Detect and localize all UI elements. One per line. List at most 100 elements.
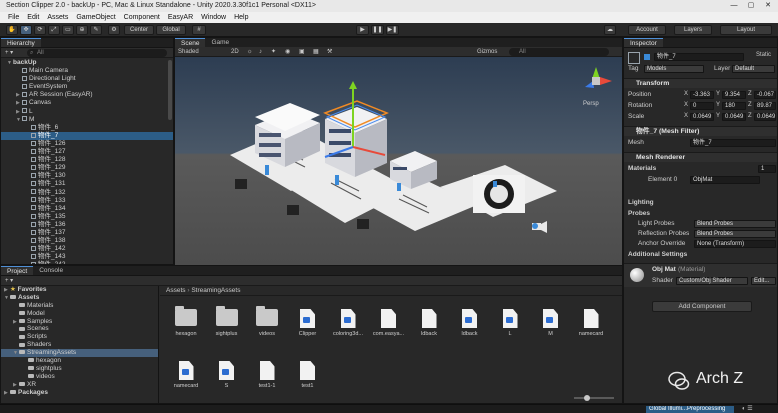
probes-label[interactable]: Probes — [628, 210, 650, 217]
hierarchy-row[interactable]: 物件_133 — [1, 197, 173, 205]
additional-settings-label[interactable]: Additional Settings — [628, 251, 687, 258]
hierarchy-row[interactable]: 物件_134 — [1, 205, 173, 213]
hierarchy-row[interactable]: 物件_6 — [1, 124, 173, 132]
audio-toggle-icon[interactable]: ♪ — [259, 47, 262, 57]
tab-scene[interactable]: Scene — [175, 38, 206, 47]
step-icon[interactable]: ▶❚ — [386, 25, 399, 35]
play-icon[interactable]: ▶ — [356, 25, 369, 35]
project-tree-item[interactable]: Model — [1, 310, 158, 318]
project-tree-item[interactable]: ▶ Samples — [1, 318, 158, 326]
active-checkbox[interactable] — [644, 54, 650, 60]
scale-tool-icon[interactable]: ⤢ — [48, 25, 60, 35]
project-tree-item[interactable]: Materials — [1, 302, 158, 310]
asset-item[interactable]: sightplus — [207, 306, 247, 337]
tab-project[interactable]: Project — [1, 266, 34, 275]
light-probes-dropdown[interactable]: Blend Probes — [694, 220, 776, 228]
hierarchy-row[interactable]: 物件_132 — [1, 189, 173, 197]
hierarchy-row[interactable]: 物件_136 — [1, 221, 173, 229]
project-tree-item[interactable]: hexagon — [1, 357, 158, 365]
visibility-icon[interactable]: ◉ — [285, 47, 290, 57]
mesh-renderer-header[interactable]: Mesh Renderer — [624, 152, 777, 162]
asset-item[interactable]: namecard — [166, 361, 206, 389]
hierarchy-row[interactable]: Directional Light — [1, 75, 173, 83]
project-tree-item[interactable]: Scenes — [1, 325, 158, 333]
hierarchy-row[interactable]: 物件_142 — [1, 245, 173, 253]
anchor-override-field[interactable]: None (Transform) — [694, 240, 776, 248]
menu-assets[interactable]: Assets — [43, 12, 72, 23]
hierarchy-row[interactable]: EventSystem — [1, 83, 173, 91]
hierarchy-row[interactable]: 物件_129 — [1, 164, 173, 172]
hierarchy-row[interactable]: ▼backUp — [1, 59, 173, 67]
custom-tool-icon[interactable]: ✎ — [90, 25, 102, 35]
asset-item[interactable]: S — [207, 361, 247, 389]
hierarchy-row[interactable]: 物件_137 — [1, 229, 173, 237]
rotate-tool-icon[interactable]: ⟳ — [34, 25, 46, 35]
shader-edit-button[interactable]: Edit... — [751, 277, 776, 285]
object-name-field[interactable]: 物件_7 — [654, 53, 744, 61]
rotation-z-field[interactable]: 89.87 — [754, 102, 776, 110]
project-tree-item[interactable]: Scripts — [1, 333, 158, 341]
layer-dropdown[interactable]: Default — [732, 65, 775, 73]
shader-dropdown[interactable]: Custom/Obj Shader — [676, 277, 748, 285]
hierarchy-row[interactable]: ▶ AR Session (EasyAR) — [1, 91, 173, 99]
hierarchy-row[interactable]: ▼ M — [1, 116, 173, 124]
close-icon[interactable]: ✕ — [760, 0, 776, 12]
shading-mode-dropdown[interactable]: Shaded — [178, 47, 199, 57]
project-tree-item[interactable]: videos — [1, 373, 158, 381]
tab-inspector[interactable]: Inspector — [624, 38, 663, 47]
hierarchy-row[interactable]: 物件_138 — [1, 237, 173, 245]
hierarchy-row[interactable]: 物件_135 — [1, 213, 173, 221]
asset-item[interactable]: L — [490, 309, 530, 337]
slider-knob[interactable] — [584, 395, 590, 401]
transform-tool-icon[interactable]: ⊕ — [76, 25, 88, 35]
project-tree-item[interactable]: ▶ Packages — [1, 389, 158, 397]
project-tree-item[interactable]: sightplus — [1, 365, 158, 373]
project-tree-item[interactable]: ▶ XR — [1, 381, 158, 389]
materials-count-field[interactable]: 1 — [758, 165, 776, 173]
menu-easyar[interactable]: EasyAR — [164, 12, 197, 23]
hierarchy-row[interactable]: 物件_143 — [1, 253, 173, 261]
tag-dropdown[interactable]: Models — [644, 65, 704, 73]
rect-tool-icon[interactable]: ▭ — [62, 25, 74, 35]
asset-item[interactable]: M — [531, 309, 571, 337]
asset-item[interactable]: com.easya... — [369, 309, 409, 337]
breadcrumb-assets[interactable]: Assets — [166, 287, 186, 294]
menu-component[interactable]: Component — [120, 12, 164, 23]
asset-item[interactable]: test1-1 — [247, 361, 287, 389]
tab-game[interactable]: Game — [205, 38, 236, 47]
hierarchy-row[interactable]: Main Camera — [1, 67, 173, 75]
project-tree-item[interactable]: ▼ StreamingAssets — [1, 349, 158, 358]
scene-viewport[interactable]: Persp — [175, 57, 622, 265]
asset-item[interactable]: ldback — [409, 309, 449, 337]
hierarchy-search-input[interactable]: All — [27, 49, 167, 57]
lighting-toggle-icon[interactable]: ☼ — [247, 47, 253, 57]
layout-dropdown[interactable]: Layout — [720, 25, 772, 35]
element0-field[interactable]: ObjMat — [690, 176, 760, 184]
hierarchy-scrollbar[interactable] — [168, 60, 172, 120]
camera-icon[interactable]: ▣ — [299, 47, 305, 57]
asset-item[interactable]: namecard — [571, 309, 611, 337]
scene-search-input[interactable]: All — [509, 48, 609, 56]
asset-item[interactable]: coloring3d... — [328, 309, 368, 337]
asset-item[interactable]: videos — [247, 306, 287, 337]
pivot-center-button[interactable]: Center — [124, 25, 154, 35]
hierarchy-row[interactable]: 物件_7 — [1, 131, 173, 140]
asset-item[interactable]: Clipper — [288, 309, 328, 337]
materials-label[interactable]: Materials — [628, 165, 656, 172]
hierarchy-row[interactable]: ▶ L — [1, 108, 173, 116]
position-z-field[interactable]: -0.067 — [754, 91, 776, 99]
menu-window[interactable]: Window — [197, 12, 230, 23]
rotation-y-field[interactable]: 180 — [722, 102, 746, 110]
asset-item[interactable]: hexagon — [166, 306, 206, 337]
grid-icon[interactable]: ▦ — [313, 47, 319, 57]
maximize-icon[interactable]: ▢ — [743, 0, 759, 12]
menu-file[interactable]: File — [4, 12, 23, 23]
scale-y-field[interactable]: 0.0649 — [722, 113, 746, 121]
menu-edit[interactable]: Edit — [23, 12, 43, 23]
transform-header[interactable]: Transform — [624, 78, 777, 88]
scale-x-field[interactable]: 0.0649 — [690, 113, 714, 121]
asset-item[interactable]: ldback — [450, 309, 490, 337]
add-component-button[interactable]: Add Component — [652, 301, 752, 312]
effects-toggle-icon[interactable]: ✦ — [271, 47, 276, 57]
pivot-global-button[interactable]: Global — [156, 25, 186, 35]
